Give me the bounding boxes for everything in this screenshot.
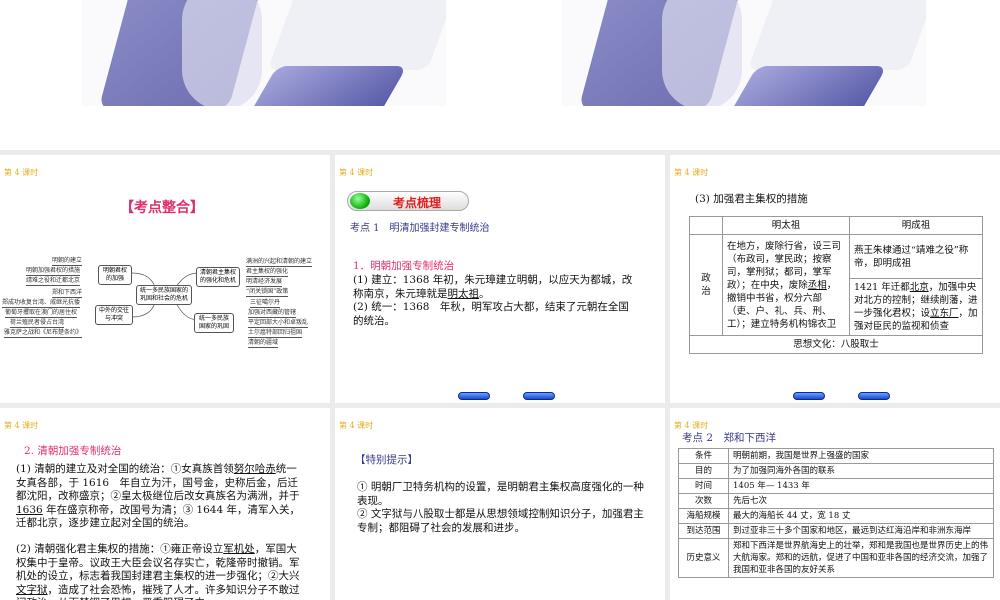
lesson-label: 第 4 课时 <box>4 421 39 430</box>
mindmap-leaf: 明朝加强君权的措施 <box>26 267 81 276</box>
slide-thumbnail-decoration[interactable] <box>82 0 446 106</box>
paragraph: (2) 统一：1368 年秋，明军攻占大都，结束了元朝在全国的统治。 <box>353 301 629 327</box>
mindmap-leaf: 三征噶尔丹 <box>250 299 281 308</box>
tip-2: ② 文字狱与八股取士都是从思想领域控制知识分子，加强君主专制；都阻碍了社会的发展… <box>357 508 644 534</box>
slide-thumbnail-kaodian[interactable]: 第 4 课时 考点梳理 考点 1 明清加强封建专制统治 1．明朝加强专制统治 (… <box>335 155 665 403</box>
mindmap-leaf: 满洲的兴起和清朝的建立 <box>246 258 313 267</box>
table-row: 次数 先后七次 <box>678 493 994 509</box>
prev-button[interactable] <box>793 392 825 400</box>
heading: 考点 2 郑和下西洋 <box>682 432 777 444</box>
mindmap-leaf: “闭关锁国”政策 <box>246 288 289 297</box>
mindmap-leaf: 靖难之役和迁都北京 <box>26 277 81 286</box>
mindmap-center: 统一多民族国家的巩固和社会的危机 <box>136 285 192 305</box>
mindmap-leaf: 荷兰殖民者侵占台湾 <box>10 319 65 328</box>
mindmap-leaf: 葡萄牙攫取在澳门的居住权 <box>5 309 78 318</box>
row-value: 先后七次 <box>728 493 994 509</box>
paragraph: (1) 建立：1368 年初，朱元璋建立明朝，以应天为都城，改称南京，朱元璋就是 <box>353 274 633 300</box>
mindmap-leaf: 郑成功收复台湾、戚继光抗倭 <box>2 299 81 308</box>
heading: 2. 清朝加强专制统治 <box>24 445 122 457</box>
zhenghe-table: 条件 明朝前期，我国是世界上强盛的国家 目的 为了加强同海外各国的联系 时间 1405 年… <box>678 448 994 578</box>
table-row: 海船规模 最大的海船长 44 丈，宽 18 丈 <box>678 508 994 524</box>
slide-thumbnail-qing[interactable]: 第 4 课时 2. 清朝加强专制统治 (1) 清朝的建立及对全国的统治：①女真族… <box>0 408 330 600</box>
underlined-term: 北京 <box>909 282 929 293</box>
mindmap-leaf: 明清经济发展 <box>246 278 283 287</box>
row-header: 政治 <box>689 234 723 336</box>
underlined-term: 努尔哈赤 <box>233 463 276 475</box>
row-label: 海船规模 <box>678 508 729 524</box>
slide-thumbnail-mindmap[interactable]: 第 4 课时 【考点整合】 统一多民族国家的巩固和社会的危机 明朝君权的加强 明… <box>0 155 330 403</box>
row-label: 时间 <box>678 478 729 494</box>
table-row: 目的 为了加强同海外各国的联系 <box>678 463 994 479</box>
mindmap-node: 明朝君权的加强 <box>98 265 132 285</box>
slide-thumbnail-tips[interactable]: 第 4 课时 【特别提示】 ① 明朝厂卫特务机构的设置，是明朝君主集权高度强化的… <box>335 408 665 600</box>
row-value: 1405 年— 1433 年 <box>728 478 994 494</box>
paragraph: 年在盛京称帝，改国号为清；③ 1644 年，清军入关，迁都北京，逐步建立起对全国… <box>16 503 300 530</box>
row-value: 最大的海船长 44 丈，宽 18 丈 <box>728 508 994 524</box>
mindmap-leaf: 郑和下西洋 <box>52 289 83 298</box>
table-footer: 思想文化：八股取士 <box>689 335 983 354</box>
table-row: 时间 1405 年— 1433 年 <box>678 478 994 494</box>
section-badge: 考点梳理 <box>347 191 469 211</box>
next-button[interactable] <box>523 392 555 400</box>
row-label: 条件 <box>678 448 729 464</box>
mindmap-leaf: 清朝的疆域 <box>248 339 279 348</box>
underlined-term: 明太祖 <box>447 287 480 300</box>
slide-thumbnail-table[interactable]: 第 4 课时 (3) 加强君主集权的措施 明太祖 明成祖 政治 在地方，废除行省，… <box>670 155 1000 403</box>
paragraph: (1) 清朝的建立及对全国的统治：①女真族首领 <box>16 463 234 475</box>
paragraph: ，造成了社会恐怖，摧残了人才。许多知识分子不敢过问政治，从而禁锢了思想，严重阻碍… <box>16 583 300 600</box>
row-value: 明朝前期，我国是世界上强盛的国家 <box>728 448 994 464</box>
lesson-label: 第 4 课时 <box>339 421 374 430</box>
row-label: 历史意义 <box>678 538 729 578</box>
row-label: 次数 <box>678 493 729 509</box>
badge-label: 考点梳理 <box>393 196 442 210</box>
heading: 【特别提示】 <box>355 454 418 466</box>
mindmap-node: 统一多民族国家的巩固 <box>194 313 234 333</box>
slide-thumbnail-zhenghe[interactable]: 第 4 课时 考点 2 郑和下西洋 条件 明朝前期，我国是世界上强盛的国家 目的 为了… <box>670 408 1000 600</box>
lesson-label: 第 4 课时 <box>339 168 374 177</box>
table-row: 条件 明朝前期，我国是世界上强盛的国家 <box>678 448 994 464</box>
paragraph: 。 <box>479 287 490 300</box>
row-value: 为了加强同海外各国的联系 <box>728 463 994 479</box>
row-value: 到过亚非三十多个国家和地区，最远到达红海沿岸和非洲东海岸 <box>728 523 994 539</box>
column-header: 明成祖 <box>849 216 983 235</box>
cell-text: 1421 年迁都 <box>854 282 910 293</box>
green-bullet-icon <box>350 193 370 209</box>
cell-text: 燕王朱棣通过“靖难之役”称帝，即明成祖 <box>849 234 983 279</box>
lesson-label: 第 4 课时 <box>674 168 709 177</box>
mindmap-node: 中外的交往与冲突 <box>95 305 133 325</box>
column-header: 明太祖 <box>722 216 850 235</box>
paragraph: (2) 清朝强化君主集权的措施：①雍正帝设立 <box>16 543 224 555</box>
slide-thumbnail-decoration[interactable] <box>562 0 926 106</box>
row-label: 到达范围 <box>678 523 729 539</box>
measures-table: 明太祖 明成祖 政治 在地方，废除行省，设三司（布政司，掌民政；按察司，掌刑狱；都… <box>689 216 983 354</box>
mindmap-leaf: 明朝的建立 <box>52 257 83 266</box>
subtitle: 考点 1 明清加强封建专制统治 <box>350 223 490 234</box>
mindmap-leaf: 土尔扈特部回归祖国 <box>248 329 303 338</box>
underlined-term: 立东厂 <box>930 308 959 319</box>
row-value: 郑和下西洋是世界航海史上的壮举，郑和是我国也是世界历史上的伟大航海家。郑和的远航… <box>728 538 994 578</box>
underlined-term: 1636 <box>16 503 43 516</box>
row-label: 目的 <box>678 463 729 479</box>
underlined-term: 文字狱 <box>16 583 48 596</box>
table-row: 到达范围 到过亚非三十多个国家和地区，最远到达红海沿岸和非洲东海岸 <box>678 523 994 539</box>
prev-button[interactable] <box>458 392 490 400</box>
mindmap-node: 清朝君主集权的强化和危机 <box>196 267 240 287</box>
mindmap-leaf: 君主集权的强化 <box>246 268 289 277</box>
mindmap-leaf: 加强对西藏的管辖 <box>248 309 297 318</box>
mindmap-leaf: 雅克萨之战和《尼布楚条约》 <box>4 329 83 338</box>
mindmap-leaf: 平定回部大小和卓叛乱 <box>248 319 309 328</box>
tip-1: ① 明朝厂卫特务机构的设置，是明朝君主集权高度强化的一种表现。 <box>357 481 644 507</box>
underlined-term: 军机处 <box>223 543 255 555</box>
underlined-term: 丞相 <box>807 279 827 291</box>
heading: (3) 加强君主集权的措施 <box>695 193 808 205</box>
lesson-label: 第 4 课时 <box>674 421 709 430</box>
next-button[interactable] <box>858 392 890 400</box>
table-row: 历史意义 郑和下西洋是世界航海史上的壮举，郑和是我国也是世界历史上的伟大航海家。郑… <box>678 538 994 578</box>
previous-slides-row <box>0 0 1000 150</box>
heading: 1．明朝加强专制统治 <box>353 260 455 272</box>
